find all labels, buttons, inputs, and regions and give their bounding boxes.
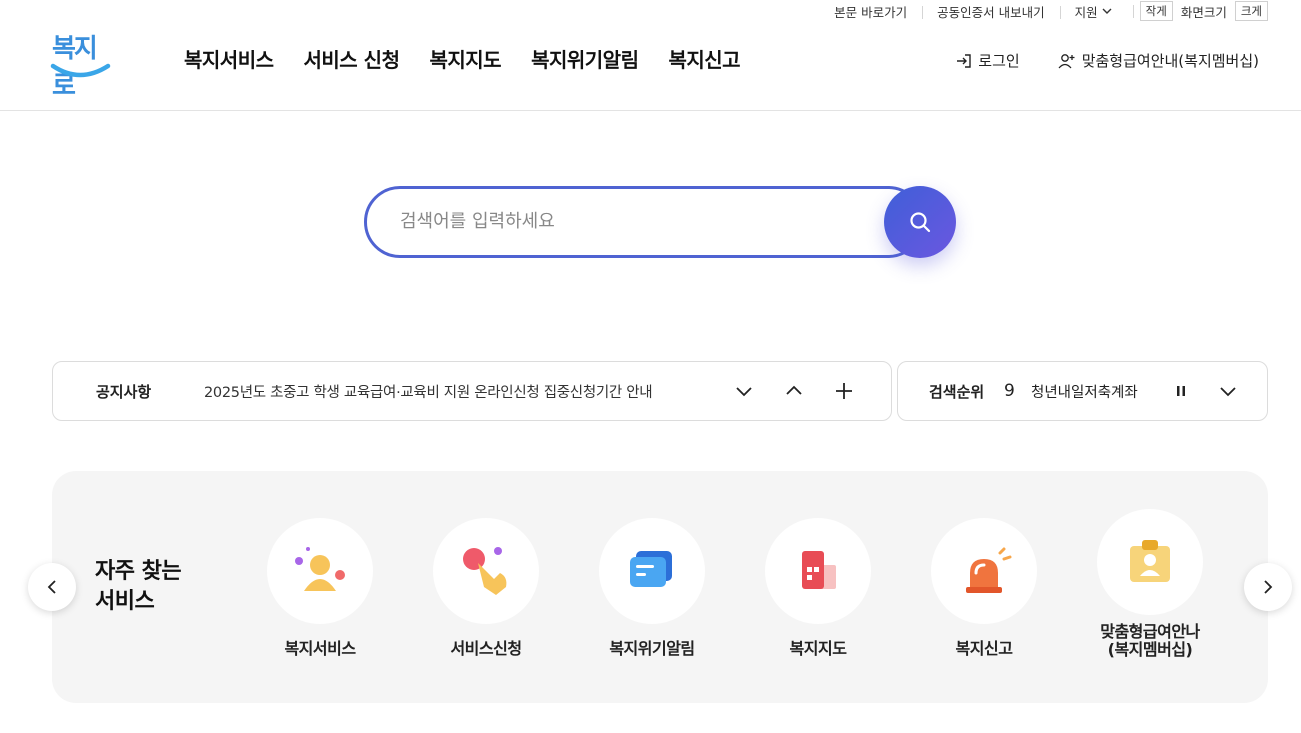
notice-next-button[interactable] [732, 379, 756, 403]
quick-item-label: 복지신고 [955, 639, 1013, 658]
quick-item-label-line1: 맞춤형급여안나 [1100, 622, 1200, 641]
page: 본문 바로가기 공동인증서 내보내기 지원 작게 화면크기 크게 복지로 복지서… [0, 0, 1301, 733]
notice-more-button[interactable] [832, 379, 856, 403]
quick-item-label: 복지서비스 [284, 639, 356, 658]
quick-item-circle [1097, 509, 1203, 615]
quick-services-title: 자주 찾는 서비스 [95, 557, 182, 617]
siren-icon [966, 547, 1012, 593]
quick-item-circle [599, 518, 705, 624]
notice-label: 공지사항 [96, 382, 152, 401]
ranking-pause-button[interactable] [1169, 379, 1193, 403]
chevron-right-icon [1264, 580, 1273, 594]
quick-item-welfare-map[interactable]: 복지지도 [738, 518, 898, 658]
font-size-label: 화면크기 [1180, 4, 1227, 20]
plus-icon [836, 383, 852, 399]
building-icon [802, 551, 836, 589]
person-icon [295, 547, 345, 591]
nav-welfare-report[interactable]: 복지신고 [668, 44, 740, 73]
quick-prev-button[interactable] [28, 563, 76, 611]
divider [1132, 4, 1134, 18]
logo-smile-icon [50, 63, 111, 78]
quick-item-label: 서비스신청 [450, 639, 522, 658]
ranking-label: 검색순위 [929, 382, 985, 401]
region-select[interactable]: 지원 [1059, 2, 1127, 21]
quick-item-membership[interactable]: 맞춤형급여안나 (복지멤버십) [1070, 509, 1230, 659]
membership-link[interactable]: 맞춤형급여안내(복지멤버십) [1058, 50, 1259, 71]
quick-item-circle [765, 518, 871, 624]
user-add-icon [1058, 53, 1075, 68]
quick-item-circle [931, 518, 1037, 624]
utility-bar: 본문 바로가기 공동인증서 내보내기 지원 작게 화면크기 크게 [819, 0, 1268, 22]
quick-item-welfare-service[interactable]: 복지서비스 [240, 518, 400, 658]
login-label: 로그인 [978, 52, 1020, 70]
chevron-left-icon [47, 580, 56, 594]
quick-item-circle [267, 518, 373, 624]
quick-item-crisis-alert[interactable]: 복지위기알림 [572, 518, 732, 658]
quick-item-circle [433, 518, 539, 624]
quick-next-button[interactable] [1244, 563, 1292, 611]
notice-prev-button[interactable] [782, 379, 806, 403]
membership-label: 맞춤형급여안내(복지멤버십) [1081, 52, 1259, 70]
cert-export-link[interactable]: 공동인증서 내보내기 [922, 2, 1059, 21]
skip-to-content-link[interactable]: 본문 바로가기 [819, 2, 922, 21]
logo[interactable]: 복지로 [50, 28, 112, 101]
quick-services-panel: 자주 찾는 서비스 복지서비스 서비스신청 복지위기알림 복지지도 복지신고 맞… [52, 471, 1268, 703]
quick-title-line1: 자주 찾는 [95, 559, 182, 584]
notice-text[interactable]: 2025년도 초중고 학생 교육급여·교육비 지원 온라인신청 집중신청기간 안… [204, 381, 653, 402]
nav-service-apply[interactable]: 서비스 신청 [304, 44, 400, 73]
login-link[interactable]: 로그인 [956, 50, 1020, 71]
nav-welfare-map[interactable]: 복지지도 [429, 44, 501, 73]
chevron-down-icon [1102, 8, 1112, 14]
main-nav: 복지서비스 서비스 신청 복지지도 복지위기알림 복지신고 [184, 44, 741, 73]
id-card-icon [1130, 540, 1170, 582]
quick-item-label: 복지지도 [789, 639, 847, 658]
quick-item-label: 복지위기알림 [609, 639, 695, 658]
nav-welfare-service[interactable]: 복지서비스 [184, 44, 274, 73]
search-ranking-bar: 검색순위 9 청년내일저축계좌 [897, 361, 1268, 421]
notice-bar: 공지사항 2025년도 초중고 학생 교육급여·교육비 지원 온라인신청 집중신… [52, 361, 892, 421]
hand-pointer-icon [463, 547, 507, 595]
quick-title-line2: 서비스 [95, 589, 155, 614]
chevron-down-icon [736, 387, 752, 397]
quick-item-service-apply[interactable]: 서비스신청 [406, 518, 566, 658]
font-large-button[interactable]: 크게 [1234, 1, 1268, 21]
font-small-button[interactable]: 작게 [1139, 1, 1173, 21]
ranking-expand-button[interactable] [1216, 379, 1240, 403]
search-icon [910, 212, 931, 233]
nav-crisis-alert[interactable]: 복지위기알림 [531, 44, 639, 73]
header: 본문 바로가기 공동인증서 내보내기 지원 작게 화면크기 크게 복지로 복지서… [0, 0, 1301, 111]
pause-icon [1177, 386, 1185, 396]
region-label: 지원 [1074, 4, 1098, 20]
login-icon [957, 53, 971, 68]
search-input[interactable] [400, 207, 870, 235]
ranking-number: 9 [1004, 381, 1015, 401]
header-actions: 로그인 맞춤형급여안내(복지멤버십) [956, 50, 1259, 71]
search-button[interactable] [884, 186, 956, 258]
ranking-keyword[interactable]: 청년내일저축계좌 [1031, 381, 1138, 402]
message-icon [630, 551, 672, 587]
quick-item-label: 맞춤형급여안나 (복지멤버십) [1070, 623, 1230, 659]
chevron-up-icon [786, 385, 802, 395]
quick-item-label-line2: (복지멤버십) [1107, 640, 1193, 659]
search-area [364, 186, 956, 258]
chevron-down-icon [1220, 387, 1236, 397]
quick-item-welfare-report[interactable]: 복지신고 [904, 518, 1064, 658]
